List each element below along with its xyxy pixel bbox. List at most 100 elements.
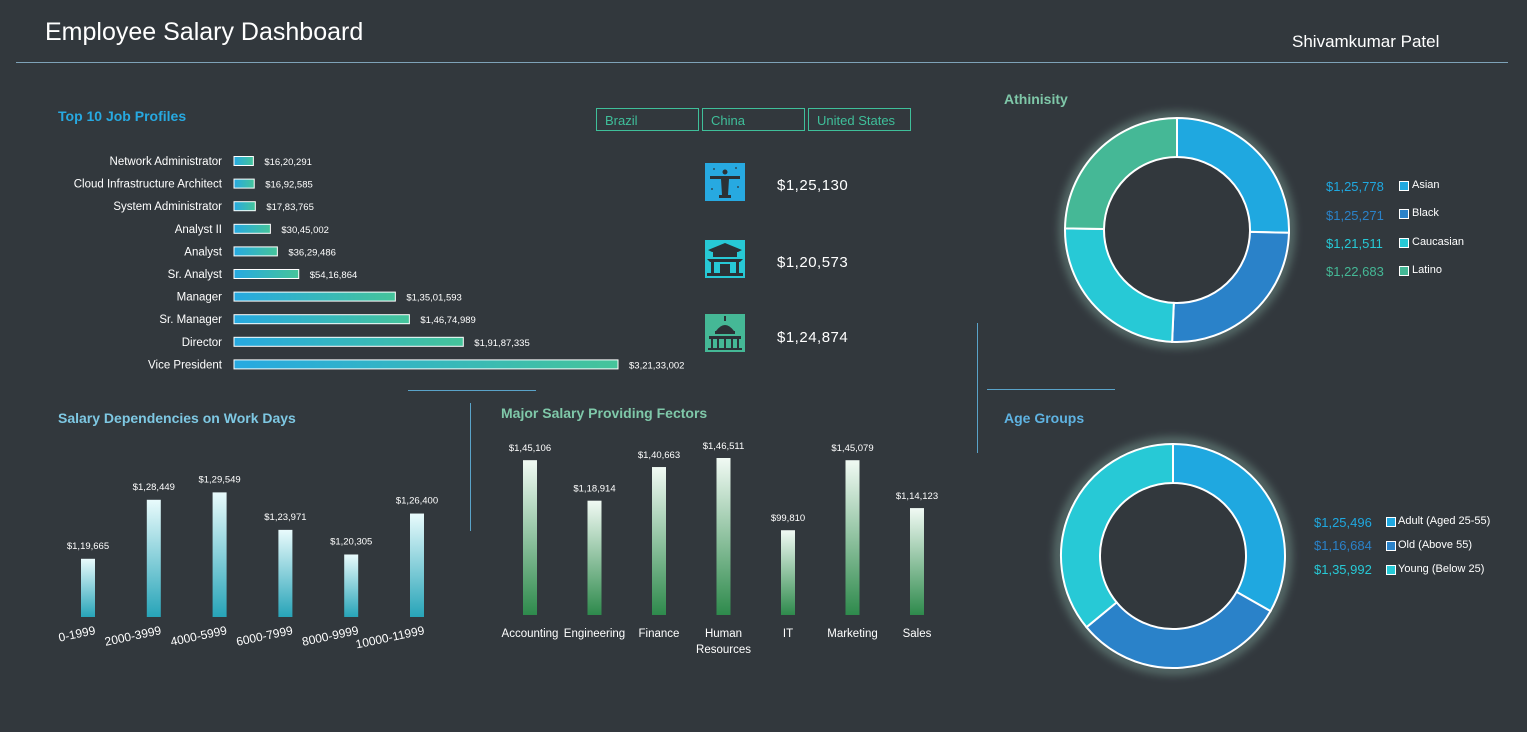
top10-data-label: $1,46,74,989 <box>420 315 475 326</box>
workdays-data-label: $1,23,971 <box>264 512 306 523</box>
top10-data-label: $30,45,002 <box>281 225 329 236</box>
section-divider <box>977 323 978 453</box>
top10-data-label: $54,16,864 <box>310 270 358 281</box>
top10-bar-cloud-infrastructure-architect <box>233 178 255 189</box>
age-groups-donut <box>1056 439 1290 673</box>
donut-slice-black <box>1171 230 1290 343</box>
factors-data-label: $1,40,663 <box>638 450 680 461</box>
author-name: Shivamkumar Patel <box>1292 32 1440 51</box>
workdays-tick-label: 6000-7999 <box>235 623 294 649</box>
factors-bar-marketing <box>845 460 860 615</box>
slicer-brazil[interactable]: Brazil <box>596 108 699 131</box>
factors-tick-label: Accounting <box>502 628 559 640</box>
factors-bar-sales <box>910 508 924 615</box>
top10-bar-analyst <box>233 246 278 257</box>
workdays-title: Salary Dependencies on Work Days <box>58 410 296 426</box>
donut-slice-asian <box>1176 116 1290 234</box>
section-divider <box>470 403 471 531</box>
country-value-brazil: $1,25,130 <box>777 177 849 194</box>
slicer-united-states[interactable]: United States <box>808 108 911 131</box>
legend-swatch-young <box>1386 565 1396 575</box>
top10-category-label: Vice President <box>148 359 223 371</box>
legend-label-old: Old (Above 55) <box>1398 539 1472 551</box>
factors-data-label: $1,45,079 <box>831 443 873 454</box>
chinese-temple-icon <box>705 240 745 278</box>
top10-data-label: $16,20,291 <box>264 157 312 168</box>
top10-category-label: Director <box>182 337 222 349</box>
top10-category-label: Manager <box>177 292 223 304</box>
workdays-data-label: $1,29,549 <box>198 474 240 485</box>
legend-swatch-asian <box>1399 181 1409 191</box>
factors-data-label: $1,18,914 <box>573 484 615 495</box>
workdays-tick-label: 4000-5999 <box>169 623 228 649</box>
top10-bar-system-administrator <box>233 201 256 212</box>
factors-tick-label: Sales <box>903 628 932 640</box>
factors-chart: $1,45,106 Accounting $1,18,914 Engineering $… <box>502 441 939 656</box>
workdays-bar-6000-7999 <box>278 529 293 617</box>
legend-value-old: $1,16,684 <box>1314 538 1372 553</box>
factors-bar-human-resources <box>716 458 731 615</box>
legend-value-black: $1,25,271 <box>1326 208 1384 223</box>
legend-label-adult: Adult (Aged 25-55) <box>1398 515 1491 527</box>
factors-bar-it <box>781 530 795 615</box>
country-value-china: $1,20,573 <box>777 254 849 271</box>
workdays-data-label: $1,20,305 <box>330 536 372 547</box>
workdays-bar-4000-5999 <box>212 492 227 617</box>
factors-tick-label: Marketing <box>827 628 878 640</box>
legend-label-asian: Asian <box>1412 179 1440 191</box>
workdays-data-label: $1,28,449 <box>133 482 175 493</box>
top10-category-label: Sr. Analyst <box>168 269 223 281</box>
top10-data-label: $3,21,33,002 <box>629 360 684 371</box>
workdays-tick-label: 10000-11999 <box>354 623 426 651</box>
legend-value-young: $1,35,992 <box>1314 562 1372 577</box>
christ-the-redeemer-icon <box>705 163 745 201</box>
donut-slice-caucasian <box>1064 227 1175 343</box>
top10-bar-network-administrator <box>233 156 254 166</box>
top10-data-label: $36,29,486 <box>288 247 336 258</box>
slicer-china[interactable]: China <box>702 108 805 131</box>
legend-value-asian: $1,25,778 <box>1326 179 1384 194</box>
workdays-bar-2000-3999 <box>146 499 161 617</box>
legend-swatch-black <box>1399 209 1409 219</box>
legend-swatch-caucasian <box>1399 238 1409 248</box>
workdays-data-label: $1,19,665 <box>67 541 109 552</box>
dashboard-title: Employee Salary Dashboard <box>45 18 364 46</box>
legend-label-latino: Latino <box>1412 264 1442 276</box>
ethnicity-donut <box>1061 114 1293 346</box>
workdays-bar-10000-11999 <box>410 513 424 617</box>
legend-value-caucasian: $1,21,511 <box>1326 236 1383 251</box>
factors-data-label: $1,46,511 <box>703 441 745 452</box>
section-divider <box>987 389 1115 390</box>
section-divider <box>408 390 536 391</box>
factors-tick-label: Finance <box>639 628 680 640</box>
top10-title: Top 10 Job Profiles <box>58 108 187 124</box>
top10-bar-vice-president <box>233 359 619 370</box>
factors-bar-finance <box>652 467 666 615</box>
legend-value-adult: $1,25,496 <box>1314 515 1372 530</box>
legend-label-black: Black <box>1412 207 1439 219</box>
top10-bar-director <box>233 336 464 347</box>
factors-data-label: $99,810 <box>771 513 805 524</box>
workdays-tick-label: 0-1999 <box>57 623 97 645</box>
workdays-chart: $1,19,665 0-1999 $1,28,449 2000-3999 $1,29,5… <box>57 474 438 651</box>
capitol-building-icon <box>705 314 745 352</box>
workdays-bar-0-1999 <box>81 558 95 617</box>
factors-title: Major Salary Providing Fectors <box>501 405 708 421</box>
top10-data-label: $17,83,765 <box>266 202 314 213</box>
factors-data-label: $1,14,123 <box>896 491 938 502</box>
top10-data-label: $16,92,585 <box>265 180 313 191</box>
legend-swatch-latino <box>1399 266 1409 276</box>
top10-category-label: System Administrator <box>113 201 222 213</box>
top10-bar-sr-manager <box>233 314 410 325</box>
top10-data-label: $1,91,87,335 <box>474 338 529 349</box>
workdays-data-label: $1,26,400 <box>396 496 438 507</box>
factors-tick-label: IT <box>783 628 793 640</box>
donut-slice-latino <box>1063 116 1178 230</box>
top10-category-label: Sr. Manager <box>159 314 222 326</box>
factors-tick-label: Human <box>705 628 742 640</box>
factors-tick-label: Engineering <box>564 628 625 640</box>
top10-chart: Network Administrator $16,20,291 Cloud Inf… <box>74 156 684 371</box>
factors-bar-engineering <box>587 500 602 615</box>
workdays-tick-label: 8000-9999 <box>301 623 360 649</box>
donut-slice-adult-aged-25-55 <box>1172 442 1286 613</box>
